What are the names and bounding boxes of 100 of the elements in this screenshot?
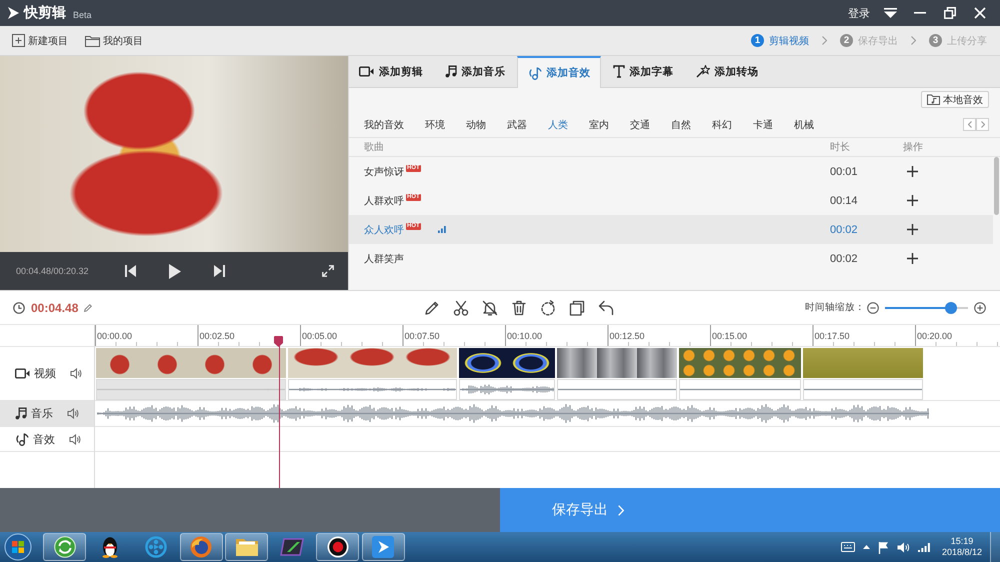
tab[interactable]: 添加音乐 [433,56,517,87]
chevron-right-icon [618,504,624,516]
magic-wand-icon [696,65,710,78]
wizard-step[interactable]: 1 剪辑视频 [751,34,809,48]
category-tab[interactable]: 卡通 [753,118,773,132]
add-button[interactable] [907,166,918,177]
fullscreen-icon [322,265,334,277]
chevron-left-icon [968,121,972,128]
music-note-icon [15,407,27,420]
category-tab[interactable]: 动物 [466,118,486,132]
keyboard-icon[interactable] [840,542,855,552]
ruler-label: 00:02.50 [200,331,235,341]
ruler-label: 00:07.50 [404,331,440,341]
restore-icon [944,7,956,19]
speaker-icon[interactable] [896,542,910,552]
slider-thumb[interactable] [945,302,958,314]
add-button[interactable] [907,253,918,264]
add-button[interactable] [907,224,918,235]
delete-button[interactable] [511,300,527,316]
previous-button[interactable] [125,265,136,277]
chevron-right-icon [911,36,916,45]
category-tab[interactable]: 人类 [548,118,568,132]
category-tab[interactable]: 机械 [794,118,814,132]
plus-icon [907,224,918,235]
zoom-in-button[interactable] [974,302,986,314]
current-time: 00:04.48 [31,300,78,314]
column-header: 歌曲 [364,140,384,154]
category-tab[interactable]: 武器 [507,118,527,132]
edit-button[interactable] [424,300,440,316]
track-volume-button[interactable] [70,368,82,379]
step-number: 3 [929,34,942,47]
track-name: 音乐 [31,406,53,421]
plus-square-icon [12,34,25,47]
tab[interactable]: 添加字幕 [601,56,685,87]
flag-icon[interactable] [878,540,889,554]
cut-button[interactable] [453,300,469,316]
dashed-circle-icon [540,300,556,316]
bell-slash-icon [482,300,498,316]
tab[interactable]: 添加转场 [685,56,769,87]
play-button[interactable] [169,264,181,278]
local-sounds-button[interactable]: 本地音效 [921,91,989,108]
show-desktop-button[interactable] [990,532,1000,562]
new-project-button[interactable]: 新建项目 [12,34,68,48]
clock-time[interactable]: 15:19 [950,536,974,547]
start-button[interactable] [3,532,33,562]
clock-icon [13,302,25,314]
globe-icon [190,536,212,558]
ruler-label: 00:05.00 [302,331,338,341]
close-icon [974,7,986,19]
track-header[interactable]: 音乐 [0,401,94,427]
tab[interactable]: 添加音效 [517,56,601,88]
next-button[interactable] [214,265,225,277]
skip-back-icon [125,265,136,277]
skip-forward-icon [214,265,225,277]
sound-effect-icon [15,432,29,446]
category-tab[interactable]: 交通 [630,118,650,132]
undo-button[interactable] [598,300,614,316]
track-volume-button[interactable] [67,408,79,419]
plus-icon [907,195,918,206]
login-link[interactable]: 登录 [848,6,870,20]
category-tab[interactable]: 我的音效 [364,118,404,132]
add-button[interactable] [907,195,918,206]
ruler-label: 00:12.50 [610,331,645,341]
sound-effect-icon [528,66,542,80]
clock-date[interactable]: 2018/8/12 [942,547,982,558]
zoom-out-button[interactable] [867,302,879,314]
mute-button[interactable] [482,300,498,316]
copy-button[interactable] [569,300,585,316]
category-tab[interactable]: 科幻 [712,118,732,132]
caret-up-icon[interactable] [862,545,870,549]
video-camera-icon [359,66,374,77]
fullscreen-button[interactable] [322,265,334,277]
category-tab[interactable]: 环境 [425,118,445,132]
plus-circle-icon [974,302,986,314]
step-number: 2 [840,34,853,47]
record-icon [326,536,348,558]
taskbar-button[interactable] [316,533,359,561]
category-tab[interactable]: 自然 [671,118,691,132]
dashed-circle-button[interactable] [540,300,556,316]
taskbar-button[interactable] [362,533,404,561]
scrollbar-thumb[interactable] [994,157,999,215]
video-camera-icon [15,368,30,379]
pencil-icon [424,300,440,316]
taskbar-button[interactable] [43,533,86,561]
category-tab[interactable]: 室内 [589,118,609,132]
edit-time-button[interactable] [84,304,92,312]
duration: 00:01 [830,166,858,178]
play-tile-icon [372,536,394,558]
playhead-handle[interactable] [274,336,284,347]
copy-icon [569,300,585,316]
sound-name: 女声惊讶 [364,166,404,178]
tab[interactable]: 添加剪辑 [349,56,433,87]
track-header[interactable]: 音效 [0,427,94,452]
signal-bars-icon[interactable] [918,542,930,552]
track-volume-button[interactable] [69,434,81,444]
taskbar-button[interactable] [225,533,268,561]
my-projects-button[interactable]: 我的项目 [85,34,143,48]
plus-icon [907,166,918,177]
sound-row[interactable]: 人群笑声 00:02 [349,244,993,273]
ruler-label: 00:15.00 [712,331,748,341]
